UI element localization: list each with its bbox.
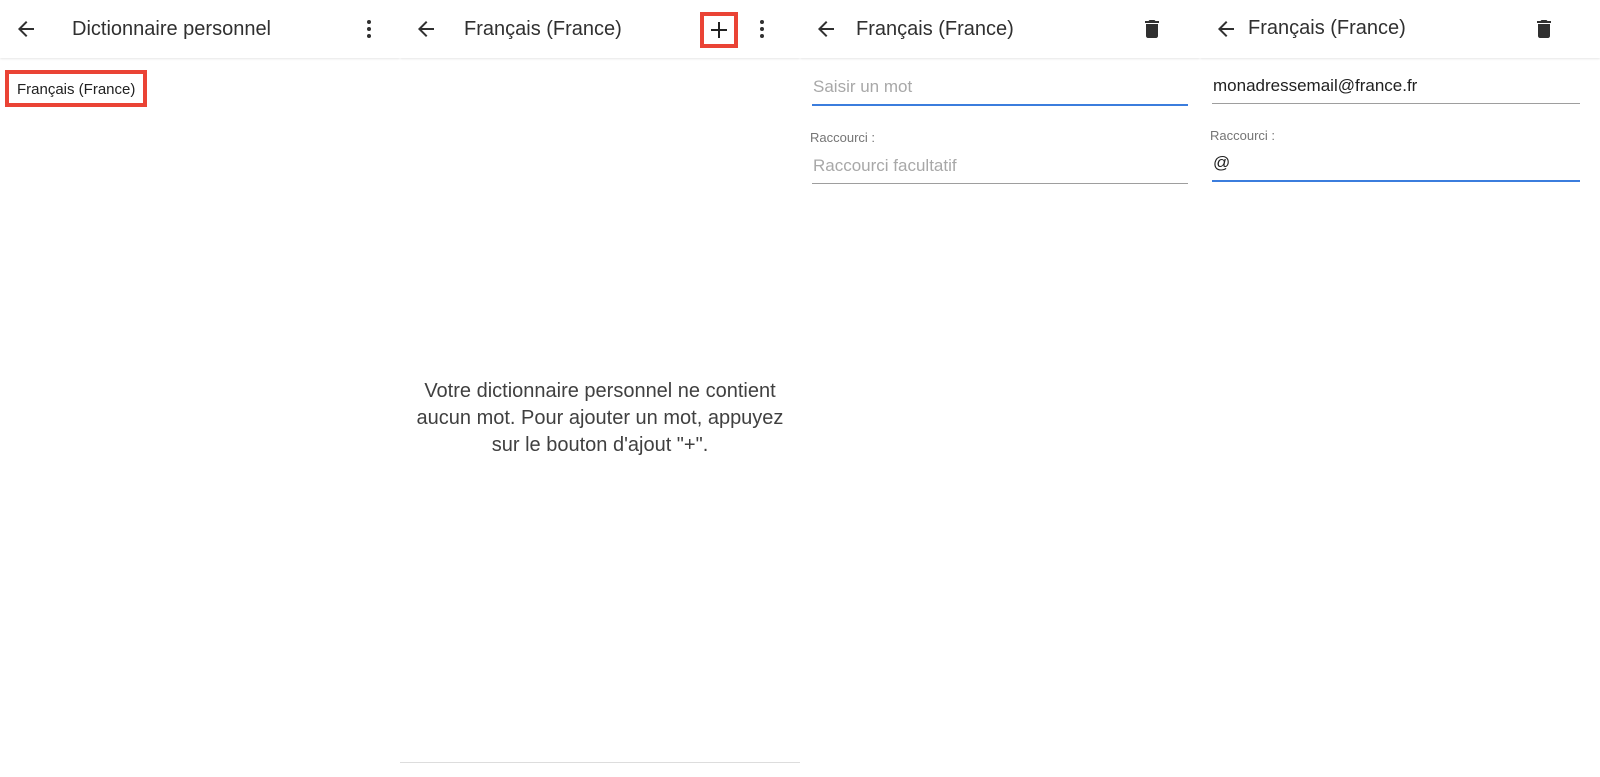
back-button[interactable] bbox=[1214, 17, 1238, 41]
overflow-menu-button[interactable] bbox=[357, 17, 381, 41]
arrow-back-icon bbox=[818, 21, 834, 37]
add-word-button[interactable] bbox=[700, 12, 738, 48]
overflow-menu-button[interactable] bbox=[750, 17, 774, 41]
trash-icon bbox=[1145, 20, 1159, 38]
more-vert-icon bbox=[367, 20, 371, 38]
page-title: Français (France) bbox=[856, 18, 1014, 40]
word-input[interactable] bbox=[812, 70, 1188, 106]
app-bar: Français (France) bbox=[400, 0, 800, 58]
more-vert-icon bbox=[760, 20, 764, 38]
word-input[interactable] bbox=[1212, 68, 1580, 104]
arrow-back-icon bbox=[418, 21, 434, 37]
page-title: Français (France) bbox=[464, 18, 622, 40]
back-button[interactable] bbox=[814, 17, 838, 41]
screen-language-dictionary: Français (France) Votre dictionnaire per… bbox=[400, 0, 800, 777]
app-bar: Français (France) bbox=[800, 0, 1200, 58]
delete-button[interactable] bbox=[1140, 17, 1164, 41]
screen-add-word-filled: Français (France) Raccourci : bbox=[1200, 0, 1600, 777]
arrow-back-icon bbox=[1218, 21, 1234, 37]
back-button[interactable] bbox=[414, 17, 438, 41]
shortcut-input[interactable] bbox=[812, 148, 1188, 184]
delete-button[interactable] bbox=[1532, 17, 1556, 41]
page-title: Dictionnaire personnel bbox=[72, 18, 272, 40]
plus-icon bbox=[711, 22, 727, 38]
arrow-back-icon bbox=[18, 21, 34, 37]
divider bbox=[400, 762, 800, 763]
back-button[interactable] bbox=[14, 17, 38, 41]
empty-state-message: Votre dictionnaire personnel ne contient… bbox=[416, 380, 784, 456]
shortcut-label: Raccourci : bbox=[1210, 128, 1276, 143]
trash-icon bbox=[1537, 20, 1551, 38]
screen-personal-dictionary: Dictionnaire personnel Français (France) bbox=[0, 0, 400, 777]
language-item-francais[interactable]: Français (France) bbox=[5, 70, 148, 107]
app-bar: Dictionnaire personnel bbox=[0, 0, 400, 58]
shortcut-label: Raccourci : bbox=[810, 130, 876, 145]
shortcut-input[interactable] bbox=[1212, 146, 1580, 182]
screen-add-word: Français (France) Raccourci : bbox=[800, 0, 1200, 777]
app-bar: Français (France) bbox=[1200, 0, 1600, 58]
page-title: Français (France) bbox=[1248, 17, 1406, 39]
